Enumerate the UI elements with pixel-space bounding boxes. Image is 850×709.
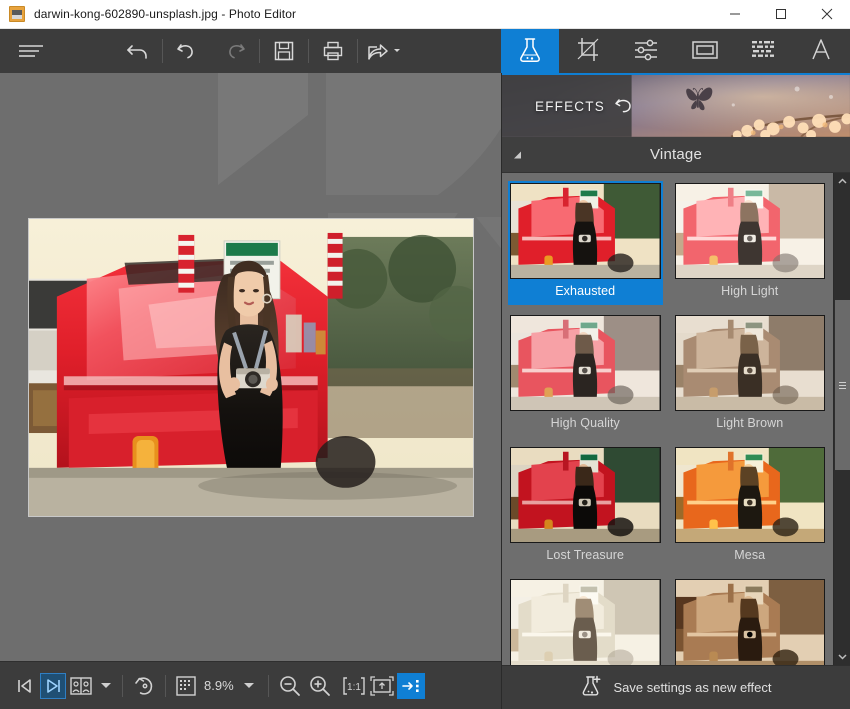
compare-view-icon[interactable] [66, 669, 96, 703]
effect-item-light-brown[interactable]: Light Brown [673, 313, 828, 437]
effect-item-mesa[interactable]: Mesa [673, 445, 828, 569]
zoom-in-icon[interactable] [305, 669, 335, 703]
save-settings-as-new-effect-button[interactable]: Save settings as new effect [502, 665, 850, 709]
actual-size-icon[interactable]: 1:1 [341, 669, 367, 703]
rotate-icon[interactable] [129, 669, 159, 703]
chevron-down-icon[interactable] [834, 648, 850, 665]
hamburger-menu-icon[interactable] [0, 29, 62, 73]
resolution-icon[interactable] [172, 669, 200, 703]
effects-title-group: EFFECTS [535, 75, 634, 137]
toggle-panel-icon[interactable] [396, 672, 425, 699]
effect-label: Exhausted [555, 284, 616, 298]
scrollbar-grip [838, 380, 846, 391]
effect-item-dark-sepia[interactable] [673, 577, 828, 665]
photo-editor-window: darwin-kong-602890-unsplash.jpg - Photo … [0, 0, 850, 709]
share-dropdown-icon[interactable] [392, 42, 402, 60]
effect-thumbnail [510, 183, 661, 279]
zoom-out-icon[interactable] [275, 669, 305, 703]
next-image-icon[interactable] [40, 672, 66, 699]
fit-to-window-icon[interactable] [367, 669, 397, 703]
toolbar [0, 29, 850, 73]
tab-effects[interactable] [501, 29, 560, 73]
maximize-icon[interactable] [758, 0, 804, 29]
effect-item-exhausted[interactable]: Exhausted [508, 181, 663, 305]
effect-label: High Light [721, 284, 779, 298]
effects-banner: EFFECTS [502, 73, 850, 137]
effect-thumbnail [510, 447, 661, 543]
effect-thumbnail [674, 315, 825, 411]
effects-title: EFFECTS [535, 98, 605, 114]
previous-image-icon[interactable] [10, 669, 40, 703]
save-effect-label: Save settings as new effect [613, 680, 772, 695]
effect-label: Mesa [734, 548, 766, 562]
photo-image [29, 219, 473, 516]
effect-thumbnail [674, 447, 825, 543]
reset-arrow-icon[interactable] [614, 96, 634, 117]
effects-panel: EFFECTS Vintage Exhausted High Light Hig… [501, 73, 850, 709]
tab-adjust[interactable] [617, 29, 675, 73]
zoom-level-value: 8.9% [204, 678, 234, 693]
category-title: Vintage [649, 146, 702, 163]
effect-thumbnail [674, 579, 825, 665]
collapse-triangle-icon[interactable] [514, 151, 521, 158]
category-header-vintage[interactable]: Vintage [502, 137, 850, 173]
window-title: darwin-kong-602890-unsplash.jpg - Photo … [34, 7, 297, 21]
image-canvas[interactable]: 8.9% 1:1 [0, 73, 501, 709]
effect-item-lost-treasure[interactable]: Lost Treasure [508, 445, 663, 569]
statusbar: 8.9% 1:1 [0, 661, 501, 709]
svg-text:1:1: 1:1 [347, 682, 361, 693]
effect-item-pale-sepia[interactable] [508, 577, 663, 665]
redo-icon[interactable] [211, 29, 259, 73]
workspace: 8.9% 1:1 EFFECTS Vintage Exhausted High … [0, 73, 850, 709]
effect-label: Lost Treasure [546, 548, 625, 562]
revert-icon[interactable] [114, 29, 162, 73]
effect-thumbnail [510, 315, 661, 411]
effect-item-high-quality[interactable]: High Quality [508, 313, 663, 437]
effect-thumbnail [510, 579, 661, 665]
photo-preview[interactable] [28, 218, 474, 517]
window-controls [712, 0, 850, 29]
effect-label: Light Brown [716, 416, 784, 430]
image-file-icon [9, 6, 25, 22]
effect-label: High Quality [550, 416, 620, 430]
zoom-dropdown-icon[interactable] [236, 669, 262, 703]
tab-text[interactable] [792, 29, 850, 73]
scrollbar-thumb[interactable] [834, 300, 850, 470]
tab-texture[interactable] [734, 29, 792, 73]
tab-frame[interactable] [676, 29, 734, 73]
scrollbar-track[interactable] [834, 190, 850, 648]
panel-tabs [501, 29, 850, 73]
effect-item-high-light[interactable]: High Light [673, 181, 828, 305]
chevron-up-icon[interactable] [834, 173, 850, 190]
flask-plus-icon [580, 674, 604, 701]
compare-dropdown-icon[interactable] [96, 669, 116, 703]
toolbar-left-group [0, 29, 501, 73]
save-icon[interactable] [260, 29, 308, 73]
effects-grid-area: Exhausted High Light High Quality Light … [502, 173, 850, 665]
minimize-icon[interactable] [712, 0, 758, 29]
close-icon[interactable] [804, 0, 850, 29]
undo-icon[interactable] [163, 29, 211, 73]
effect-thumbnail [674, 183, 825, 279]
effects-grid: Exhausted High Light High Quality Light … [502, 173, 833, 665]
titlebar: darwin-kong-602890-unsplash.jpg - Photo … [0, 0, 850, 29]
tab-crop[interactable] [559, 29, 617, 73]
print-icon[interactable] [309, 29, 357, 73]
effects-scrollbar[interactable] [833, 173, 850, 665]
